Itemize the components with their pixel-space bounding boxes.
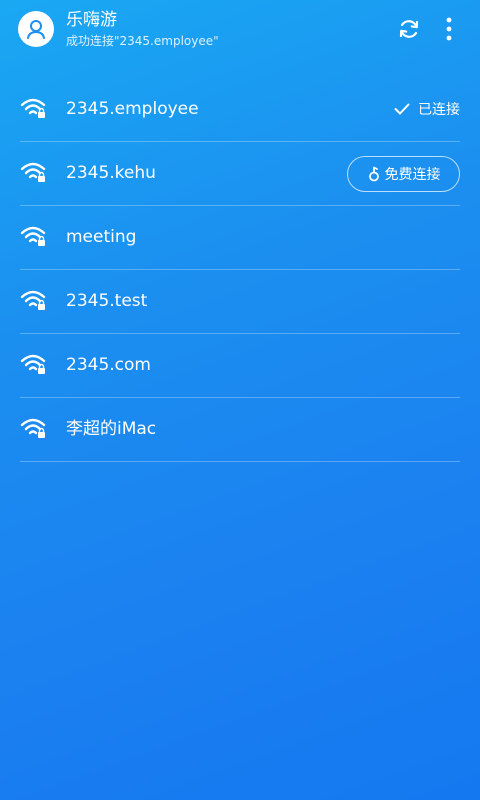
more-vertical-icon [446, 17, 452, 41]
ssid-label: 2345.test [66, 291, 148, 311]
connected-label: 已连接 [418, 102, 460, 118]
refresh-button[interactable] [394, 14, 424, 44]
user-icon [27, 20, 45, 39]
ssid-label: 李超的iMac [66, 419, 157, 439]
connection-subtitle: 成功连接"2345.employee" [66, 34, 219, 48]
ssid-label: 2345.kehu [66, 163, 156, 183]
wifi-row-2345-com[interactable]: 2345.com [20, 334, 460, 398]
ssid-label: meeting [66, 227, 137, 247]
app-header: 乐嗨游 成功连接"2345.employee" [0, 0, 480, 60]
wifi-row-imac[interactable]: 李超的iMac [20, 398, 460, 462]
app-title: 乐嗨游 [66, 10, 117, 30]
wifi-locked-icon [20, 290, 46, 310]
more-menu-button[interactable] [434, 14, 464, 44]
wifi-network-list: 2345.employee 已连接 2345.kehu 免费连接 meeting… [20, 78, 460, 462]
wifi-locked-icon [20, 226, 46, 246]
free-connect-label: 免费连接 [384, 167, 441, 183]
ssid-label: 2345.employee [66, 99, 199, 119]
wifi-locked-icon [20, 98, 46, 118]
wifi-row-2345-test[interactable]: 2345.test [20, 270, 460, 334]
key-icon [368, 166, 379, 182]
wifi-row-meeting[interactable]: meeting [20, 206, 460, 270]
wifi-row-2345-employee[interactable]: 2345.employee 已连接 [20, 78, 460, 142]
free-connect-button[interactable]: 免费连接 [347, 156, 460, 192]
wifi-row-2345-kehu[interactable]: 2345.kehu 免费连接 [20, 142, 460, 206]
avatar[interactable] [18, 11, 54, 47]
wifi-locked-icon [20, 418, 46, 438]
wifi-locked-icon [20, 162, 46, 182]
ssid-label: 2345.com [66, 355, 151, 375]
refresh-icon [399, 20, 419, 38]
check-icon [394, 103, 410, 115]
wifi-locked-icon [20, 354, 46, 374]
connected-status: 已连接 [394, 98, 460, 120]
